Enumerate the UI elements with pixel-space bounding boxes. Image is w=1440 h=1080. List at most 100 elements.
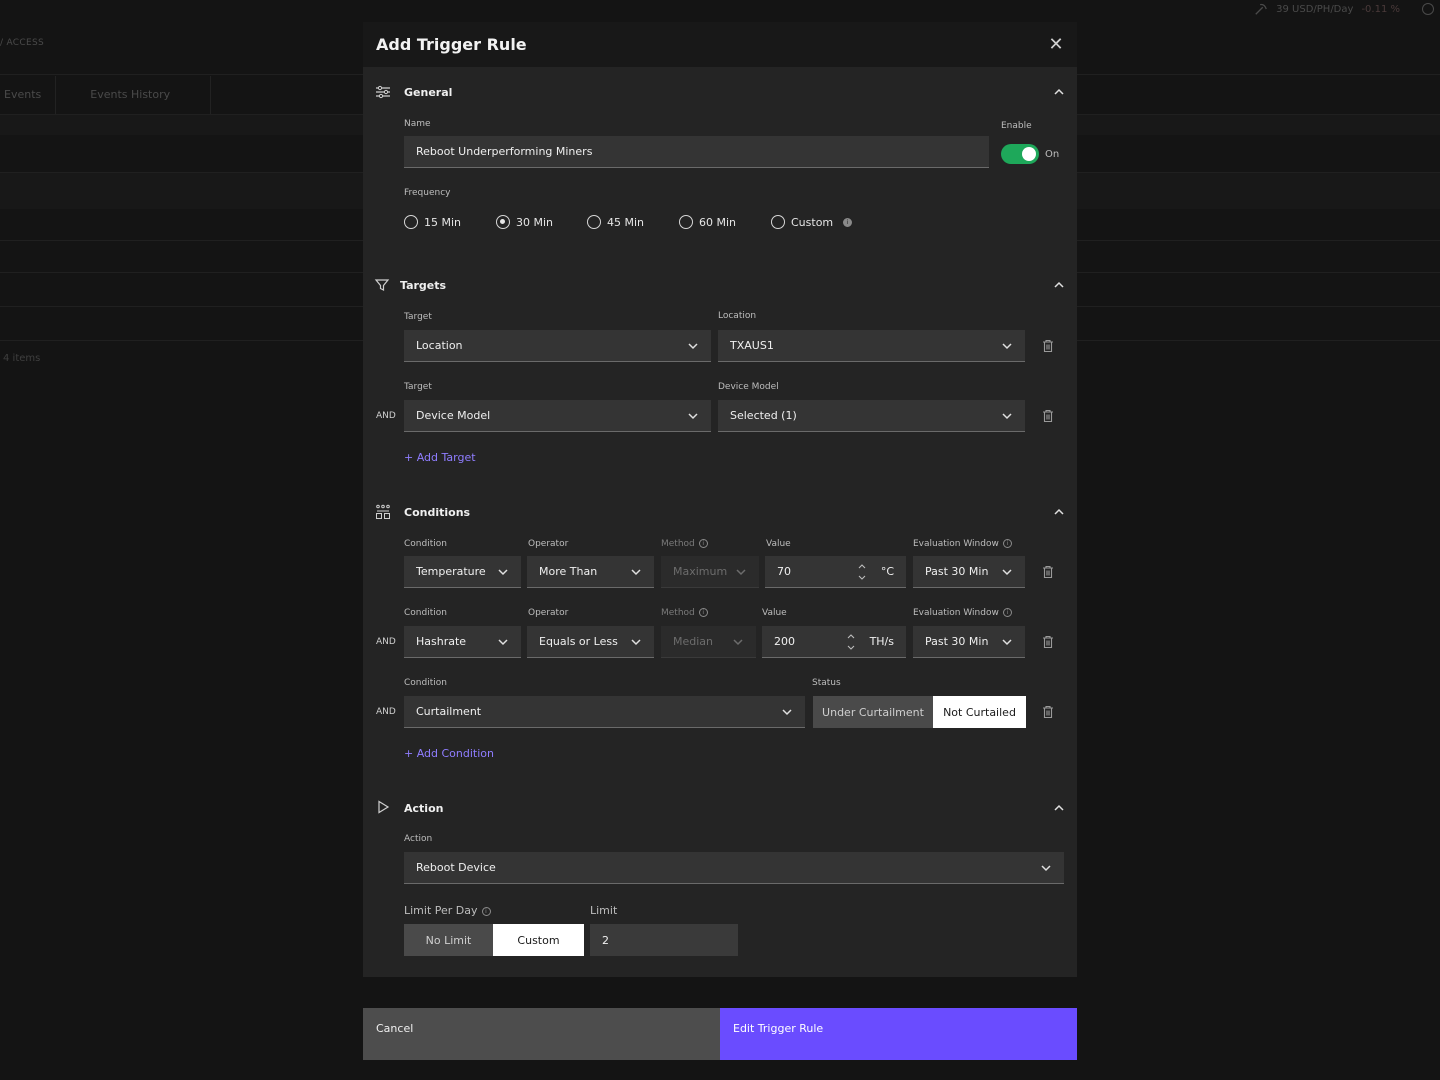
collapse-targets-icon[interactable] — [1052, 278, 1066, 292]
evaluation-window-select[interactable]: Past 30 Min — [913, 626, 1025, 658]
delete-target-icon[interactable] — [1041, 339, 1055, 353]
collapse-conditions-icon[interactable] — [1052, 505, 1066, 519]
add-condition-link[interactable]: + Add Condition — [404, 747, 494, 760]
section-title-conditions: Conditions — [404, 506, 471, 519]
cancel-button[interactable]: Cancel — [363, 1008, 720, 1060]
and-connector: AND — [376, 411, 396, 421]
collapse-action-icon[interactable] — [1052, 801, 1066, 815]
value-input[interactable]: 70 °C — [765, 556, 906, 588]
enable-state: On — [1045, 149, 1060, 160]
chevron-down-icon — [1002, 342, 1012, 349]
frequency-15-min[interactable]: 15 Min — [404, 215, 461, 229]
filter-icon — [374, 279, 390, 291]
limit-per-day-label: Limit Per Day i — [404, 904, 491, 917]
info-icon: i — [1002, 539, 1012, 548]
operator-select[interactable]: More Than — [527, 556, 654, 588]
chevron-down-icon — [498, 638, 508, 645]
curtailment-condition-select[interactable]: Curtailment — [404, 696, 805, 728]
and-connector: AND — [376, 637, 396, 647]
method-label: Method i — [661, 539, 708, 549]
top-stats: 39 USD/PH/Day -0.11 % — [1254, 0, 1440, 18]
action-select[interactable]: Reboot Device — [404, 852, 1064, 884]
frequency-60-min[interactable]: 60 Min — [679, 215, 736, 229]
dialog-header: Add Trigger Rule ✕ — [363, 22, 1077, 67]
target-type-select[interactable]: Device Model — [404, 400, 711, 432]
collapse-general-icon[interactable] — [1052, 85, 1066, 99]
operator-label: Operator — [528, 608, 569, 618]
chevron-down-icon — [1002, 412, 1012, 419]
tab-events[interactable]: Events — [0, 76, 57, 114]
price-stat: 39 USD/PH/Day — [1276, 3, 1354, 15]
info-icon: i — [698, 539, 708, 548]
delete-condition-icon[interactable] — [1041, 705, 1055, 719]
info-icon: i — [1002, 608, 1012, 617]
items-count: 4 items — [3, 353, 41, 364]
section-title-targets: Targets — [400, 279, 447, 292]
dialog-body: General Name Reboot Underperforming Mine… — [363, 67, 1077, 977]
location-select[interactable]: TXAUS1 — [718, 330, 1025, 362]
radio-selected-icon — [496, 215, 510, 229]
status-label: Status — [812, 678, 841, 688]
chevron-down-icon — [498, 568, 508, 575]
coin-icon — [1422, 3, 1434, 15]
unit-label: TH/s — [869, 635, 894, 648]
edit-trigger-rule-button[interactable]: Edit Trigger Rule — [720, 1008, 1077, 1060]
chevron-down-icon — [688, 342, 698, 349]
delete-condition-icon[interactable] — [1041, 635, 1055, 649]
target-type-select[interactable]: Location — [404, 330, 711, 362]
add-target-link[interactable]: + Add Target — [404, 451, 476, 464]
access-label: / ACCESS — [0, 38, 44, 48]
chevron-down-icon — [631, 568, 641, 575]
evaluation-window-label: Evaluation Window i — [913, 608, 1012, 618]
condition-select[interactable]: Hashrate — [404, 626, 521, 658]
and-connector: AND — [376, 707, 396, 717]
info-icon: i — [698, 608, 708, 617]
delete-target-icon[interactable] — [1041, 409, 1055, 423]
curtailment-status-toggle: Under Curtailment Not Curtailed — [813, 696, 1026, 728]
chevron-down-icon — [631, 638, 641, 645]
device-model-select[interactable]: Selected (1) — [718, 400, 1025, 432]
limit-input[interactable]: 2 — [590, 924, 738, 956]
add-trigger-rule-dialog: Add Trigger Rule ✕ General Name Reboot U… — [363, 22, 1077, 1060]
value-label: Value — [762, 608, 787, 618]
value-input[interactable]: 200 TH/s — [762, 626, 906, 658]
close-icon[interactable]: ✕ — [1047, 35, 1065, 54]
info-icon: i — [481, 906, 491, 916]
target-label: Target — [404, 382, 432, 392]
frequency-custom[interactable]: Custom i — [771, 215, 853, 229]
chevron-down-icon — [688, 412, 698, 419]
frequency-label: Frequency — [404, 188, 451, 198]
chevron-down-icon — [736, 568, 746, 575]
under-curtailment-option[interactable]: Under Curtailment — [813, 696, 933, 728]
evaluation-window-label: Evaluation Window i — [913, 539, 1012, 549]
tab-events-history[interactable]: Events History — [56, 76, 212, 114]
method-label: Method i — [661, 608, 708, 618]
chevron-down-icon — [1041, 864, 1051, 871]
no-limit-option[interactable]: No Limit — [404, 924, 493, 956]
location-label: Location — [718, 311, 757, 321]
sliders-icon — [376, 85, 390, 99]
not-curtailed-option[interactable]: Not Curtailed — [933, 696, 1026, 728]
info-icon: i — [843, 217, 853, 227]
section-title-action: Action — [404, 802, 444, 815]
condition-label: Condition — [404, 539, 447, 549]
section-title-general: General — [404, 86, 453, 99]
rule-name-input[interactable]: Reboot Underperforming Miners — [404, 136, 989, 168]
chevron-down-icon — [782, 708, 792, 715]
operator-select[interactable]: Equals or Less — [527, 626, 654, 658]
chevron-down-icon — [1002, 638, 1012, 645]
method-select: Maximum — [661, 556, 759, 588]
frequency-30-min[interactable]: 30 Min — [496, 215, 553, 229]
pickaxe-icon — [1255, 3, 1267, 15]
conditions-icon — [376, 504, 390, 519]
frequency-45-min[interactable]: 45 Min — [587, 215, 644, 229]
evaluation-window-select[interactable]: Past 30 Min — [913, 556, 1025, 588]
stepper-arrows-icon — [858, 563, 866, 580]
custom-limit-option[interactable]: Custom — [493, 924, 584, 956]
enable-toggle[interactable] — [1001, 144, 1039, 164]
price-change: -0.11 % — [1361, 3, 1400, 15]
radio-icon — [679, 215, 693, 229]
condition-select[interactable]: Temperature — [404, 556, 521, 588]
dialog-footer: Cancel Edit Trigger Rule — [363, 977, 1077, 1060]
delete-condition-icon[interactable] — [1041, 565, 1055, 579]
